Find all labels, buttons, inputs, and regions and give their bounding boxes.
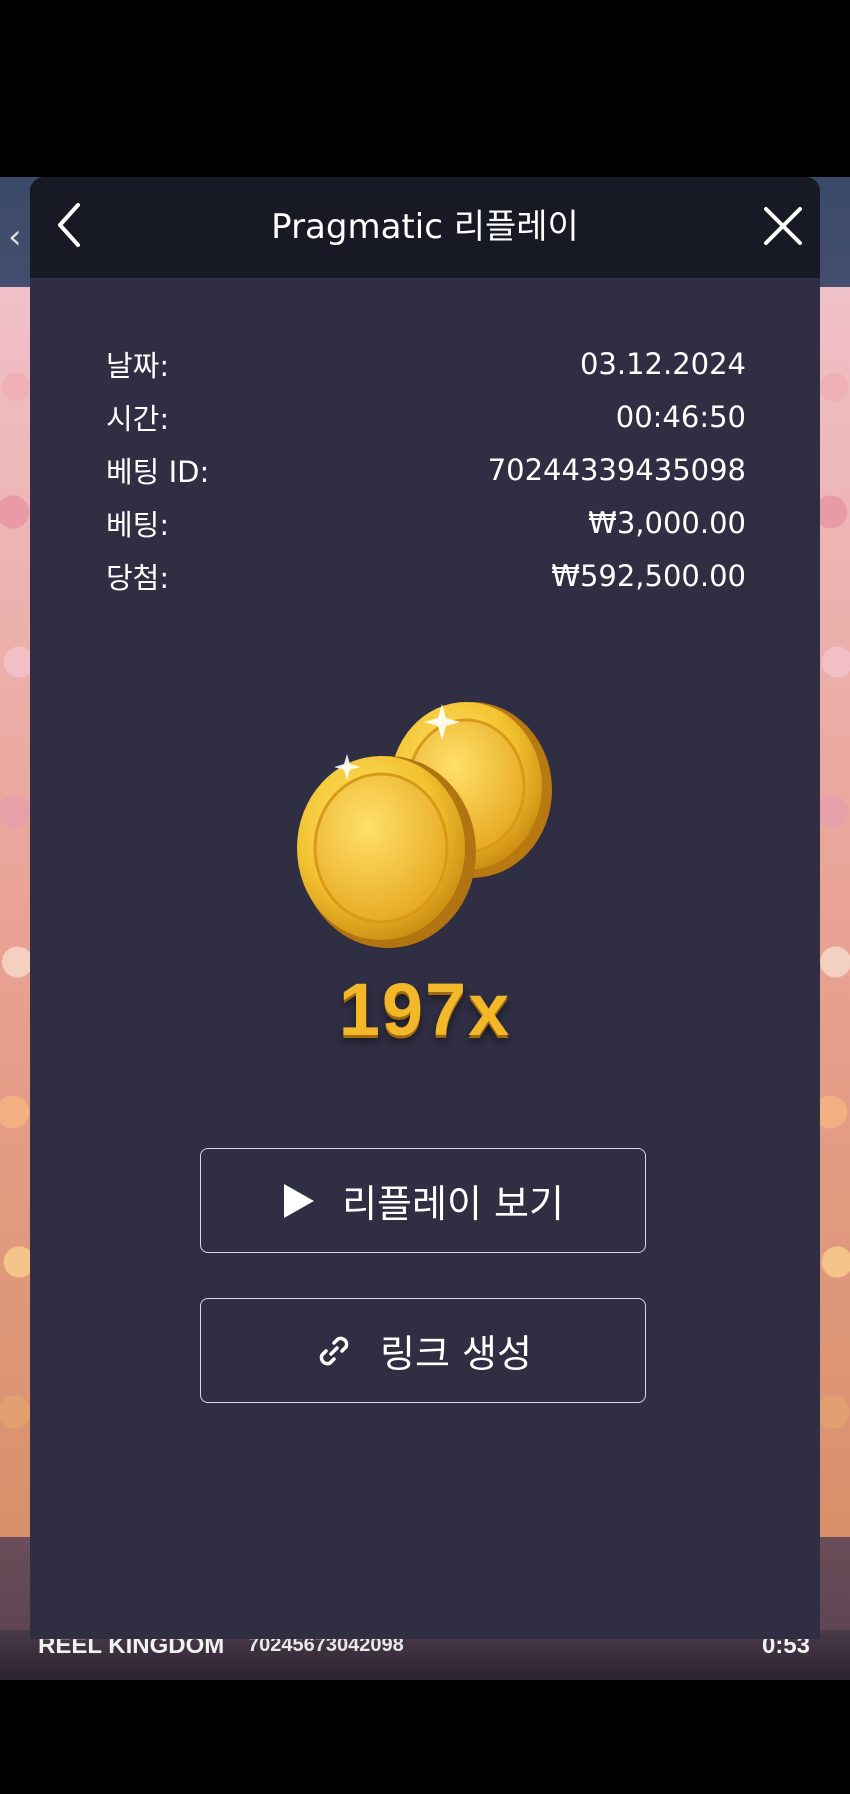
modal-title: Pragmatic 리플레이 [271, 207, 579, 247]
link-icon [314, 1331, 354, 1371]
bet-id-value: 70244339435098 [487, 452, 746, 487]
detail-row-bet: 베팅: ₩3,000.00 [106, 496, 746, 549]
date-label: 날짜: [106, 348, 170, 383]
time-label: 시간: [106, 401, 170, 436]
bet-label: 베팅: [106, 507, 170, 542]
bet-details: 날짜: 03.12.2024 시간: 00:46:50 베팅 ID: 70244… [106, 337, 746, 602]
create-link-label: 링크 생성 [380, 1332, 532, 1376]
modal-header: Pragmatic 리플레이 [30, 177, 820, 278]
coins-icon [297, 702, 552, 948]
win-value: ₩592,500.00 [551, 558, 746, 593]
watch-replay-label: 리플레이 보기 [342, 1182, 564, 1226]
play-icon [282, 1182, 316, 1220]
date-value: 03.12.2024 [579, 346, 746, 381]
create-link-button[interactable]: 링크 생성 [200, 1298, 646, 1403]
chevron-left-icon [58, 203, 80, 247]
close-icon [764, 207, 802, 245]
close-button[interactable] [758, 201, 808, 251]
detail-row-bet-id: 베팅 ID: 70244339435098 [106, 443, 746, 496]
detail-row-time: 시간: 00:46:50 [106, 390, 746, 443]
back-button[interactable] [44, 197, 94, 253]
bet-id-label: 베팅 ID: [106, 454, 210, 489]
replay-modal: Pragmatic 리플레이 날짜: 03.12.2024 시간: 00:46:… [30, 177, 820, 1639]
tree-left-decoration [0, 287, 32, 1537]
win-label: 당첨: [106, 560, 170, 595]
win-multiplier: 197x [338, 968, 512, 1051]
detail-row-date: 날짜: 03.12.2024 [106, 337, 746, 390]
tree-right-decoration [818, 287, 850, 1537]
time-value: 00:46:50 [615, 399, 746, 434]
watch-replay-button[interactable]: 리플레이 보기 [200, 1148, 646, 1253]
bet-value: ₩3,000.00 [588, 505, 746, 540]
detail-row-win: 당첨: ₩592,500.00 [106, 549, 746, 602]
background-back-chevron-icon: ‹ [8, 217, 22, 257]
